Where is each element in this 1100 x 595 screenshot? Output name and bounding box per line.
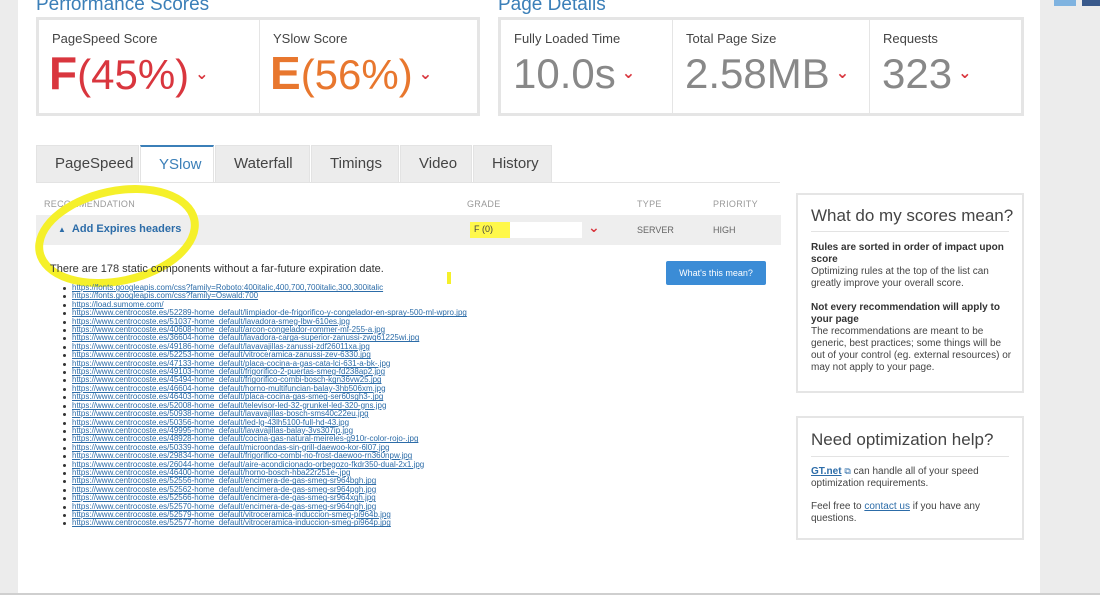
scores-meaning-p1-text: Optimizing rules at the top of the list …	[811, 266, 989, 289]
page-details-title: Page Details	[498, 0, 606, 15]
feel-free-text: Feel free to	[811, 501, 865, 512]
share-button[interactable]	[1054, 0, 1076, 6]
yslow-score-label: YSlow Score	[273, 31, 348, 46]
requests-card[interactable]: Requests 323 ⌄	[870, 20, 1021, 113]
performance-scores-title: Performance Scores	[36, 0, 210, 15]
fully-loaded-value: 10.0s	[513, 50, 616, 97]
fully-loaded-label: Fully Loaded Time	[514, 31, 621, 46]
requests-value: 323	[882, 50, 953, 97]
page-details-box: Fully Loaded Time 10.0s ⌄ Total Page Size…	[498, 17, 1024, 116]
pagespeed-grade-letter: F	[49, 47, 78, 99]
optimization-help-text: GT.net ⧉ can handle all of your speed op…	[811, 465, 1012, 490]
scores-meaning-p2-bold: Not every recommendation will apply to y…	[811, 302, 1000, 325]
rule-type: SERVER	[637, 225, 674, 235]
url-list: https://fonts.googleapis.com/css?family=…	[58, 284, 588, 595]
fully-loaded-card[interactable]: Fully Loaded Time 10.0s ⌄	[501, 20, 673, 113]
grade-bar: F (0)	[470, 222, 582, 238]
contact-us-link[interactable]: contact us	[864, 501, 910, 512]
rule-description: There are 178 static components without …	[50, 263, 384, 275]
type-header: TYPE	[637, 199, 662, 209]
yslow-score-grade: E (56%) ⌄	[270, 50, 432, 96]
yslow-score-card[interactable]: YSlow Score E (56%) ⌄	[260, 20, 477, 113]
chevron-down-icon[interactable]: ⌄	[836, 63, 849, 83]
tab-history[interactable]: History	[473, 145, 552, 183]
report-tabs: PageSpeed YSlow Waterfall Timings Video …	[36, 145, 553, 183]
pagespeed-score-label: PageSpeed Score	[52, 31, 158, 46]
priority-header: PRIORITY	[713, 199, 758, 209]
tab-underline	[36, 182, 780, 183]
gtnet-link[interactable]: GT.net	[811, 466, 842, 477]
contact-text: Feel free to contact us if you have any …	[811, 501, 1012, 525]
tab-waterfall[interactable]: Waterfall	[215, 145, 310, 183]
chevron-down-icon[interactable]: ⌄	[419, 64, 432, 84]
rule-priority: HIGH	[713, 225, 736, 235]
chevron-down-icon[interactable]: ⌄	[622, 63, 635, 83]
page-size-label: Total Page Size	[686, 31, 777, 46]
requests-label: Requests	[883, 31, 938, 46]
whats-this-mean-button[interactable]: What's this mean?	[666, 261, 766, 285]
performance-scores-box: PageSpeed Score F (45%) ⌄ YSlow Score E …	[36, 17, 480, 116]
divider	[811, 231, 1009, 232]
grade-bar-text: F (0)	[474, 224, 493, 234]
chevron-down-icon[interactable]: ⌄	[195, 64, 208, 84]
highlight-mark	[447, 272, 451, 284]
social-button[interactable]	[1082, 0, 1100, 6]
tab-pagespeed[interactable]: PageSpeed	[36, 145, 139, 183]
tab-timings[interactable]: Timings	[311, 145, 399, 183]
scores-meaning-p1-bold: Rules are sorted in order of impact upon…	[811, 242, 1004, 265]
page-size-card[interactable]: Total Page Size 2.58MB ⌄	[673, 20, 870, 113]
tab-yslow[interactable]: YSlow	[140, 145, 214, 183]
pagespeed-score-card[interactable]: PageSpeed Score F (45%) ⌄	[39, 20, 260, 113]
page-size-value: 2.58MB	[685, 50, 830, 97]
scores-meaning-box: What do my scores mean? Rules are sorted…	[796, 193, 1024, 393]
tab-video[interactable]: Video	[400, 145, 472, 183]
pagespeed-score-grade: F (45%) ⌄	[49, 50, 209, 96]
divider	[811, 456, 1009, 457]
scores-meaning-title: What do my scores mean?	[811, 206, 1014, 225]
pagespeed-grade-percent: (45%)	[77, 51, 190, 98]
url-list-item[interactable]: https://www.centrocoste.es/52577-home_de…	[58, 518, 588, 527]
optimization-help-title: Need optimization help?	[811, 430, 994, 449]
scores-meaning-p1: Rules are sorted in order of impact upon…	[811, 242, 1012, 290]
scores-meaning-p2: Not every recommendation will apply to y…	[811, 302, 1012, 374]
yslow-grade-letter: E	[270, 47, 301, 99]
chevron-down-icon[interactable]: ⌄	[958, 63, 971, 83]
chevron-down-icon[interactable]: ⌄	[588, 219, 600, 236]
yslow-grade-percent: (56%)	[300, 51, 413, 98]
scores-meaning-p2-text: The recommendations are meant to be gene…	[811, 326, 1012, 373]
optimization-help-box: Need optimization help? GT.net ⧉ can han…	[796, 416, 1024, 540]
grade-header: GRADE	[467, 199, 501, 209]
